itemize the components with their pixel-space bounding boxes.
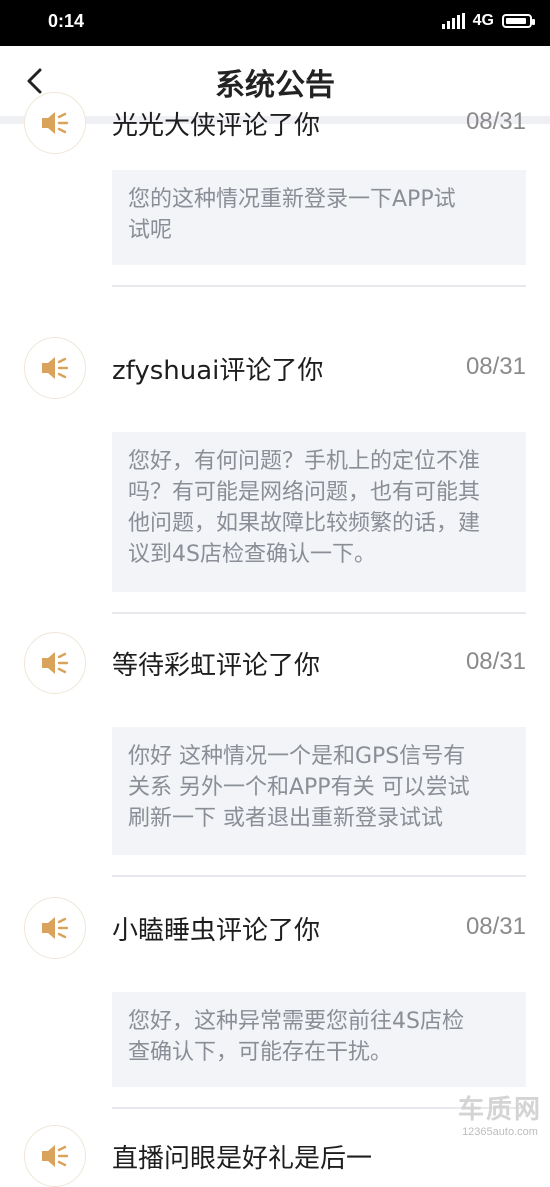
signal-icon	[441, 13, 465, 29]
notification-content-line: 查确认下，可能存在干扰。	[128, 1040, 393, 1065]
notification-content: 您好，这种异常需要您前往4S店检 查确认下，可能存在干扰。	[112, 992, 526, 1087]
notification-date: 08/31	[465, 353, 526, 380]
notification-content: 您好，有何问题？手机上的定位不准 吗？有可能是网络问题，也有可能其 他问题，如果故障…	[112, 432, 526, 592]
notification-content-line: 您好，这种异常需要您前往4S店检	[128, 1009, 464, 1034]
speaker-icon	[42, 1145, 69, 1167]
item-divider	[112, 612, 526, 614]
notification-date: 08/31	[465, 648, 526, 675]
notification-avatar	[24, 337, 86, 399]
watermark-url: 12365auto.com	[462, 1126, 538, 1138]
item-divider	[112, 285, 526, 287]
notification-content-line: 您的这种情况重新登录一下APP试	[128, 187, 456, 212]
notification-content: 你好 这种情况一个是和GPS信号有 关系 另外一个和APP有关 可以尝试 刷新一下 …	[112, 727, 526, 855]
notification-content-line: 你好 这种情况一个是和GPS信号有	[128, 744, 466, 769]
notification-avatar	[24, 1125, 86, 1187]
network-type: 4G	[472, 12, 494, 29]
item-divider	[112, 875, 526, 877]
status-time: 0:14	[48, 11, 85, 31]
battery-icon	[502, 14, 535, 28]
notification-content-line: 议到4S店检查确认一下。	[128, 542, 376, 567]
notification-content-line: 刷新一下 或者退出重新登录试试	[128, 806, 443, 831]
notification-avatar	[24, 632, 86, 694]
speaker-icon	[42, 112, 69, 134]
notification-title: 光光大侠评论了你	[112, 111, 321, 141]
notification-title: 等待彩虹评论了你	[112, 651, 321, 681]
speaker-icon	[42, 917, 69, 939]
notification-avatar	[24, 92, 86, 154]
notification-content-line: 试呢	[128, 218, 173, 243]
notification-content-line: 他问题，如果故障比较频繁的话，建	[128, 511, 481, 536]
notification-content-line: 关系 另外一个和APP有关 可以尝试	[128, 775, 470, 800]
status-bar: 0:14 4G	[0, 0, 550, 46]
speaker-icon	[42, 652, 69, 674]
status-indicators: 4G	[441, 12, 535, 30]
watermark: 车质网 12365auto.com	[458, 1089, 542, 1138]
notification-date: 08/31	[465, 108, 526, 135]
page-title: 系统公告	[215, 68, 335, 103]
notification-content-line: 吗？有可能是网络问题，也有可能其	[128, 480, 481, 505]
notification-content: 您的这种情况重新登录一下APP试 试呢	[112, 170, 526, 265]
watermark-brand: 车质网	[457, 1095, 542, 1125]
notification-content-line: 您好，有何问题？手机上的定位不准	[128, 449, 481, 474]
notification-date: 08/31	[465, 913, 526, 940]
notification-title: 小瞌睡虫评论了你	[112, 916, 321, 946]
notification-avatar	[24, 897, 86, 959]
notification-title: zfyshuai评论了你	[112, 356, 324, 386]
speaker-icon	[42, 357, 69, 379]
